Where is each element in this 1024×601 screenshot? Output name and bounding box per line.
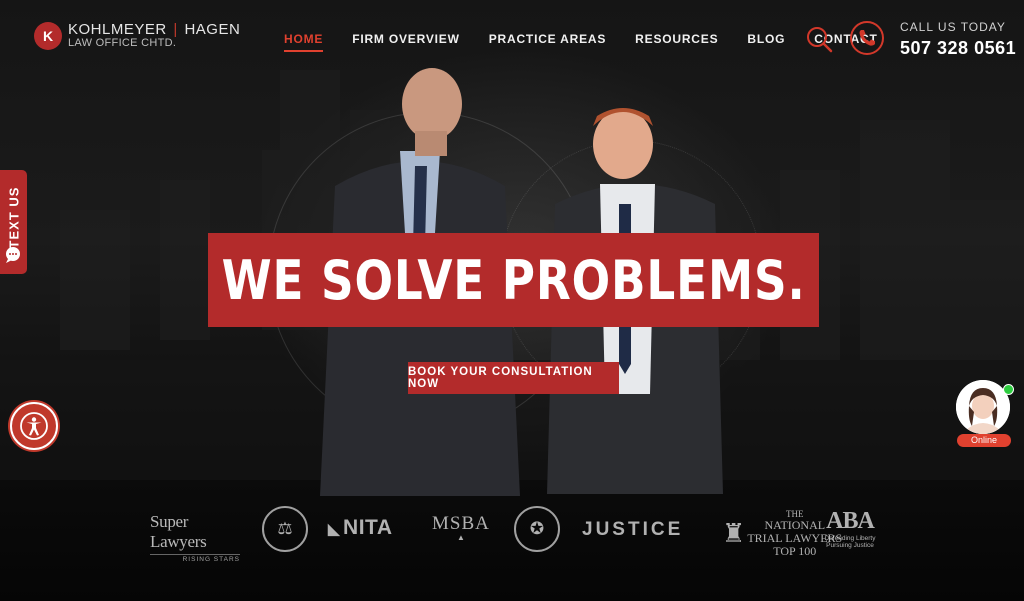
book-consultation-button[interactable]: BOOK YOUR CONSULTATION NOW bbox=[408, 362, 619, 394]
badge-aba-line1: Defending Liberty bbox=[824, 535, 876, 542]
nav-item-resources[interactable]: RESOURCES bbox=[635, 32, 718, 52]
nita-mark-icon: ◣ bbox=[328, 521, 341, 538]
scales-icon: ⚖ bbox=[277, 519, 293, 538]
accessibility-button[interactable] bbox=[10, 402, 58, 450]
badge-nita-text: NITA bbox=[343, 516, 393, 539]
logo-mark-icon: K bbox=[34, 22, 62, 50]
accessibility-icon bbox=[20, 412, 48, 440]
main-navigation: HOME FIRM OVERVIEW PRACTICE AREAS RESOUR… bbox=[284, 32, 878, 52]
badge-justice: JUSTICE bbox=[582, 519, 684, 540]
logo-name-part2: HAGEN bbox=[184, 21, 241, 39]
chat-bubble-icon bbox=[6, 247, 20, 263]
badge-msba: MSBA ▲ bbox=[432, 513, 490, 542]
search-button[interactable] bbox=[805, 25, 833, 53]
nav-item-firm-overview[interactable]: FIRM OVERVIEW bbox=[352, 32, 460, 52]
badge-nita: ◣ NITA bbox=[328, 516, 392, 540]
chat-agent-avatar bbox=[956, 380, 1010, 434]
logo-name-part1: KOHLMEYER bbox=[68, 21, 167, 39]
badge-criminal-defense-seal: ⚖ bbox=[262, 506, 308, 552]
online-status-badge: Online bbox=[957, 434, 1011, 447]
nav-item-home[interactable]: HOME bbox=[284, 32, 324, 52]
nav-item-blog[interactable]: BLOG bbox=[747, 32, 785, 52]
phone-number-link[interactable]: 507 328 0561 bbox=[900, 38, 1016, 59]
site-logo[interactable]: K KOHLMEYER | HAGEN LAW OFFICE CHTD. bbox=[34, 22, 240, 50]
online-status-dot bbox=[1003, 384, 1014, 395]
logo-subtitle: LAW OFFICE CHTD. bbox=[68, 37, 177, 50]
logo-text: KOHLMEYER | HAGEN LAW OFFICE CHTD. bbox=[68, 22, 240, 49]
phone-button[interactable] bbox=[849, 20, 885, 56]
badge-super-lawyers-subtitle: RISING STARS bbox=[150, 554, 240, 563]
cta-label: BOOK YOUR CONSULTATION NOW bbox=[408, 366, 593, 390]
badge-aba: ABA Defending Liberty Pursuing Justice bbox=[820, 508, 880, 549]
search-icon bbox=[807, 27, 833, 53]
seal-icon: ✪ bbox=[529, 519, 545, 538]
live-chat-widget[interactable]: Online bbox=[955, 380, 1014, 448]
badge-aba-line2: Pursuing Justice bbox=[826, 542, 874, 550]
nav-item-practice-areas[interactable]: PRACTICE AREAS bbox=[489, 32, 606, 52]
badge-super-lawyers-title: Super Lawyers bbox=[150, 512, 207, 551]
badge-super-lawyers: Super Lawyers RISING STARS bbox=[150, 512, 240, 563]
statue-icon: ♜ bbox=[722, 518, 746, 549]
badge-fellows-seal: ✪ bbox=[514, 506, 560, 552]
badge-aba-title: ABA bbox=[826, 508, 875, 534]
hero-headline-text: WE SOLVE PROBLEMS. bbox=[221, 248, 806, 312]
logo-separator: | bbox=[173, 21, 178, 39]
phone-icon bbox=[850, 21, 884, 55]
call-us-label: CALL US TODAY bbox=[900, 20, 1006, 34]
badge-msba-text: MSBA bbox=[432, 513, 490, 534]
text-us-tab[interactable]: TEXT US bbox=[0, 170, 27, 274]
hero-headline: WE SOLVE PROBLEMS. bbox=[208, 233, 819, 327]
